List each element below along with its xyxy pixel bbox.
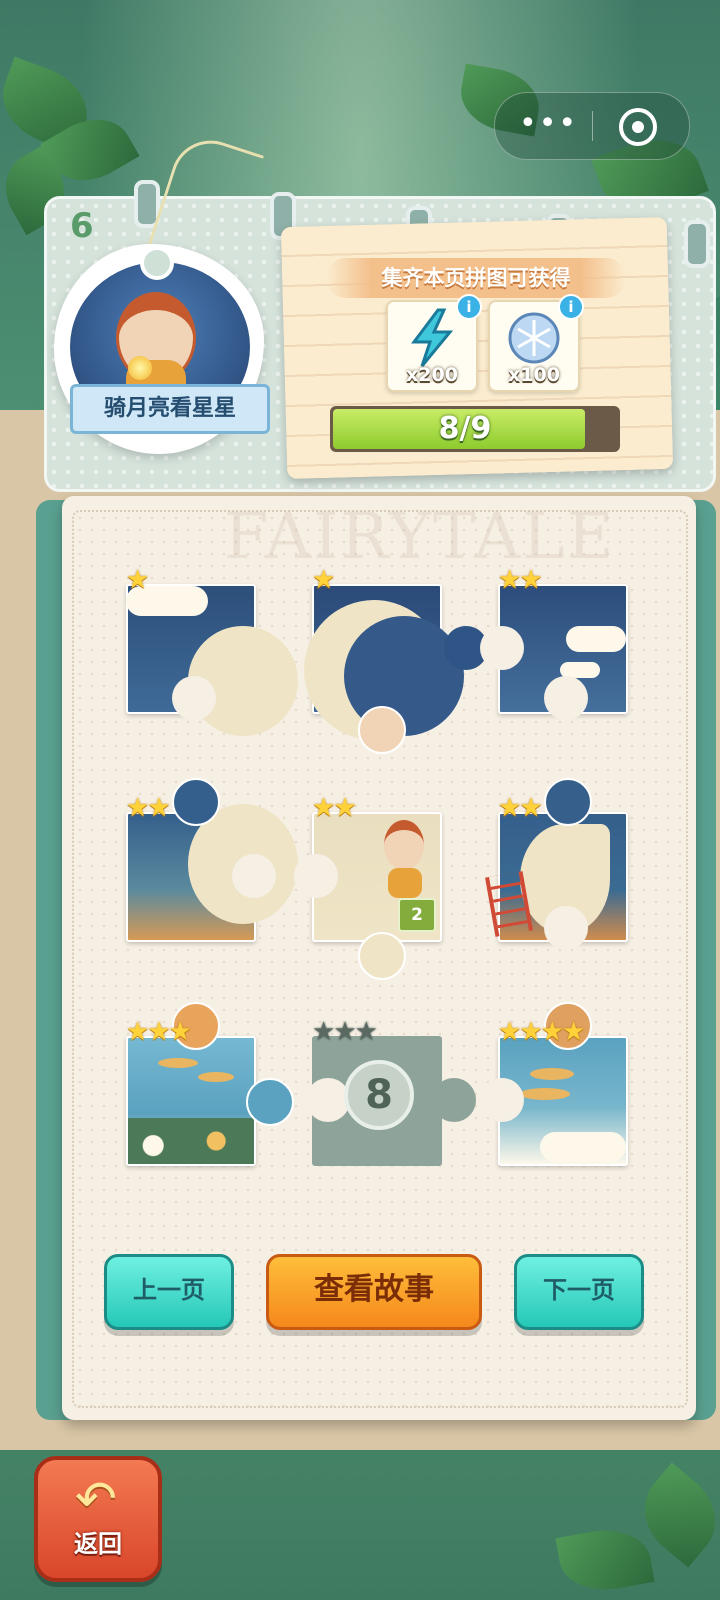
piece-notch <box>294 854 338 898</box>
piece-stars: ★★ <box>126 793 171 823</box>
star-icon: ★ <box>126 1017 150 1047</box>
tag-hole <box>140 246 174 280</box>
puzzle-piece-2[interactable] <box>304 584 488 754</box>
piece-stars: ★★★ <box>126 1017 192 1047</box>
puzzle-piece-6[interactable] <box>485 778 628 950</box>
girl-avatar <box>384 820 424 870</box>
star-icon: ★ <box>498 565 522 595</box>
puzzle-piece-4[interactable] <box>126 778 298 942</box>
reward-count: x100 <box>508 364 560 386</box>
piece-stars: ★★ <box>498 565 543 595</box>
star-icon: ★ <box>333 793 357 823</box>
piece-notch <box>544 906 588 950</box>
piece-notch <box>480 1078 524 1122</box>
flowers <box>128 1118 254 1164</box>
lily-pad <box>520 1088 570 1100</box>
info-icon[interactable]: i <box>456 294 482 320</box>
piece-tab <box>432 1078 476 1122</box>
piece-notch <box>480 626 524 670</box>
piece-notch <box>544 676 588 720</box>
star-icon: ★ <box>519 793 543 823</box>
miniprogram-capsule: ••• <box>494 92 690 160</box>
star-icon: ★ <box>147 793 171 823</box>
piece-tab <box>358 706 406 754</box>
piece-stars: ★ <box>312 565 336 595</box>
girl-body <box>388 868 422 898</box>
info-icon[interactable]: i <box>558 294 584 320</box>
back-button[interactable]: ↶ 返回 <box>34 1456 162 1582</box>
star-icon: ★ <box>498 1017 522 1047</box>
prev-page-button[interactable]: 上一页 <box>104 1254 234 1330</box>
star-icon: ★ <box>168 1017 192 1047</box>
back-arrow-icon: ↶ <box>75 1470 117 1528</box>
close-target-icon[interactable] <box>619 108 657 146</box>
piece-tab <box>544 778 592 826</box>
lily-pad <box>530 1068 574 1080</box>
piece-stars: ★★★ <box>312 1017 378 1047</box>
piece-stars: ★★ <box>312 793 357 823</box>
puzzle-piece-9[interactable] <box>480 1002 628 1166</box>
star-icon: ★ <box>126 793 150 823</box>
piece-notch <box>172 676 216 720</box>
capsule-divider <box>592 111 593 141</box>
more-icon[interactable]: ••• <box>519 106 579 146</box>
puzzle-piece-8-locked[interactable]: 8 <box>306 1036 476 1166</box>
star-icon: ★ <box>498 793 522 823</box>
next-page-button[interactable]: 下一页 <box>514 1254 644 1330</box>
star-icon: ★ <box>126 565 150 595</box>
star-icon: ★ <box>561 1017 586 1047</box>
star-icon: ★ <box>312 793 336 823</box>
reward-item-coin[interactable]: x100 i <box>488 294 584 392</box>
reward-count: x200 <box>406 364 458 386</box>
star-glow-icon <box>128 356 152 380</box>
piece-stars: ★★ <box>498 793 543 823</box>
back-label: 返回 <box>74 1530 122 1558</box>
puzzle-piece-1[interactable] <box>126 584 298 736</box>
piece-tab <box>358 932 406 980</box>
locked-piece-number: 8 <box>344 1060 414 1130</box>
piece-notch <box>232 854 276 898</box>
cloud <box>566 626 626 652</box>
piece-count-badge: 2 <box>398 898 436 932</box>
fairytale-watermark: FAIRYTALE <box>224 500 616 574</box>
piece-stars: ★ <box>126 565 150 595</box>
star-icon: ★ <box>519 1017 543 1047</box>
star-icon: ★ <box>312 1017 336 1047</box>
lily-pad <box>158 1058 198 1068</box>
star-icon: ★ <box>312 565 336 595</box>
reward-item-energy[interactable]: x200 i <box>386 294 482 392</box>
star-icon: ★ <box>519 565 543 595</box>
star-icon: ★ <box>354 1017 378 1047</box>
star-icon: ★ <box>147 1017 171 1047</box>
page-number: 6 <box>70 206 94 246</box>
story-title: 骑月亮看星星 <box>70 384 270 434</box>
puzzle-piece-7[interactable] <box>126 1002 294 1166</box>
cloud <box>540 1132 626 1162</box>
piece-stars: ★★★★ <box>498 1017 586 1047</box>
piece-tab <box>246 1078 294 1126</box>
view-story-button[interactable]: 查看故事 <box>266 1254 482 1330</box>
star-icon: ★ <box>333 1017 357 1047</box>
piece-tab <box>172 778 220 826</box>
puzzle-piece-3[interactable] <box>480 584 628 720</box>
progress-text: 8/9 <box>438 411 492 446</box>
binder-ring <box>684 220 710 268</box>
star-icon: ★ <box>540 1017 564 1047</box>
reward-title: 集齐本页拼图可获得 <box>381 266 571 290</box>
lily-pad <box>198 1072 234 1082</box>
